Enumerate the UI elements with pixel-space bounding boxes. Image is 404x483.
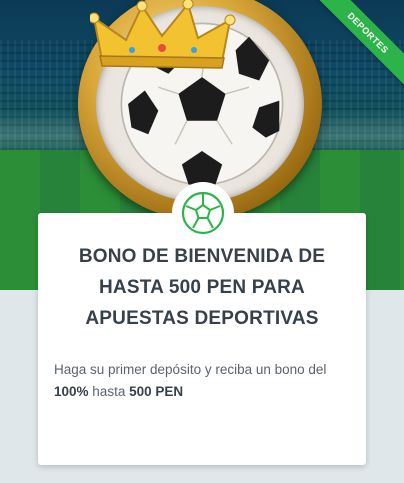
- bonus-title-line-3: APUESTAS DEPORTIVAS: [85, 308, 319, 329]
- bonus-percent: 100%: [54, 384, 89, 399]
- soccer-ball-icon: [181, 191, 225, 235]
- category-badge: [172, 182, 234, 244]
- bonus-text-middle: hasta: [92, 384, 126, 399]
- bonus-amount: 500 PEN: [129, 384, 184, 399]
- bonus-title: BONO DE BIENVENIDA DE HASTA 500 PEN PARA…: [58, 241, 346, 334]
- ribbon-label: DEPORTES: [314, 0, 404, 90]
- crown-image: [90, 0, 236, 69]
- bonus-text-part1: Haga su primer depósito y reciba un bono…: [54, 362, 327, 377]
- bonus-title-line-1: BONO DE BIENVENIDA DE: [78, 246, 326, 267]
- bonus-card[interactable]: BONO DE BIENVENIDA DE HASTA 500 PEN PARA…: [38, 213, 366, 465]
- bonus-description: Haga su primer depósito y reciba un bono…: [54, 359, 352, 403]
- category-ribbon: DEPORTES: [314, 0, 404, 90]
- bonus-title-line-2: HASTA 500 PEN PARA: [99, 277, 305, 298]
